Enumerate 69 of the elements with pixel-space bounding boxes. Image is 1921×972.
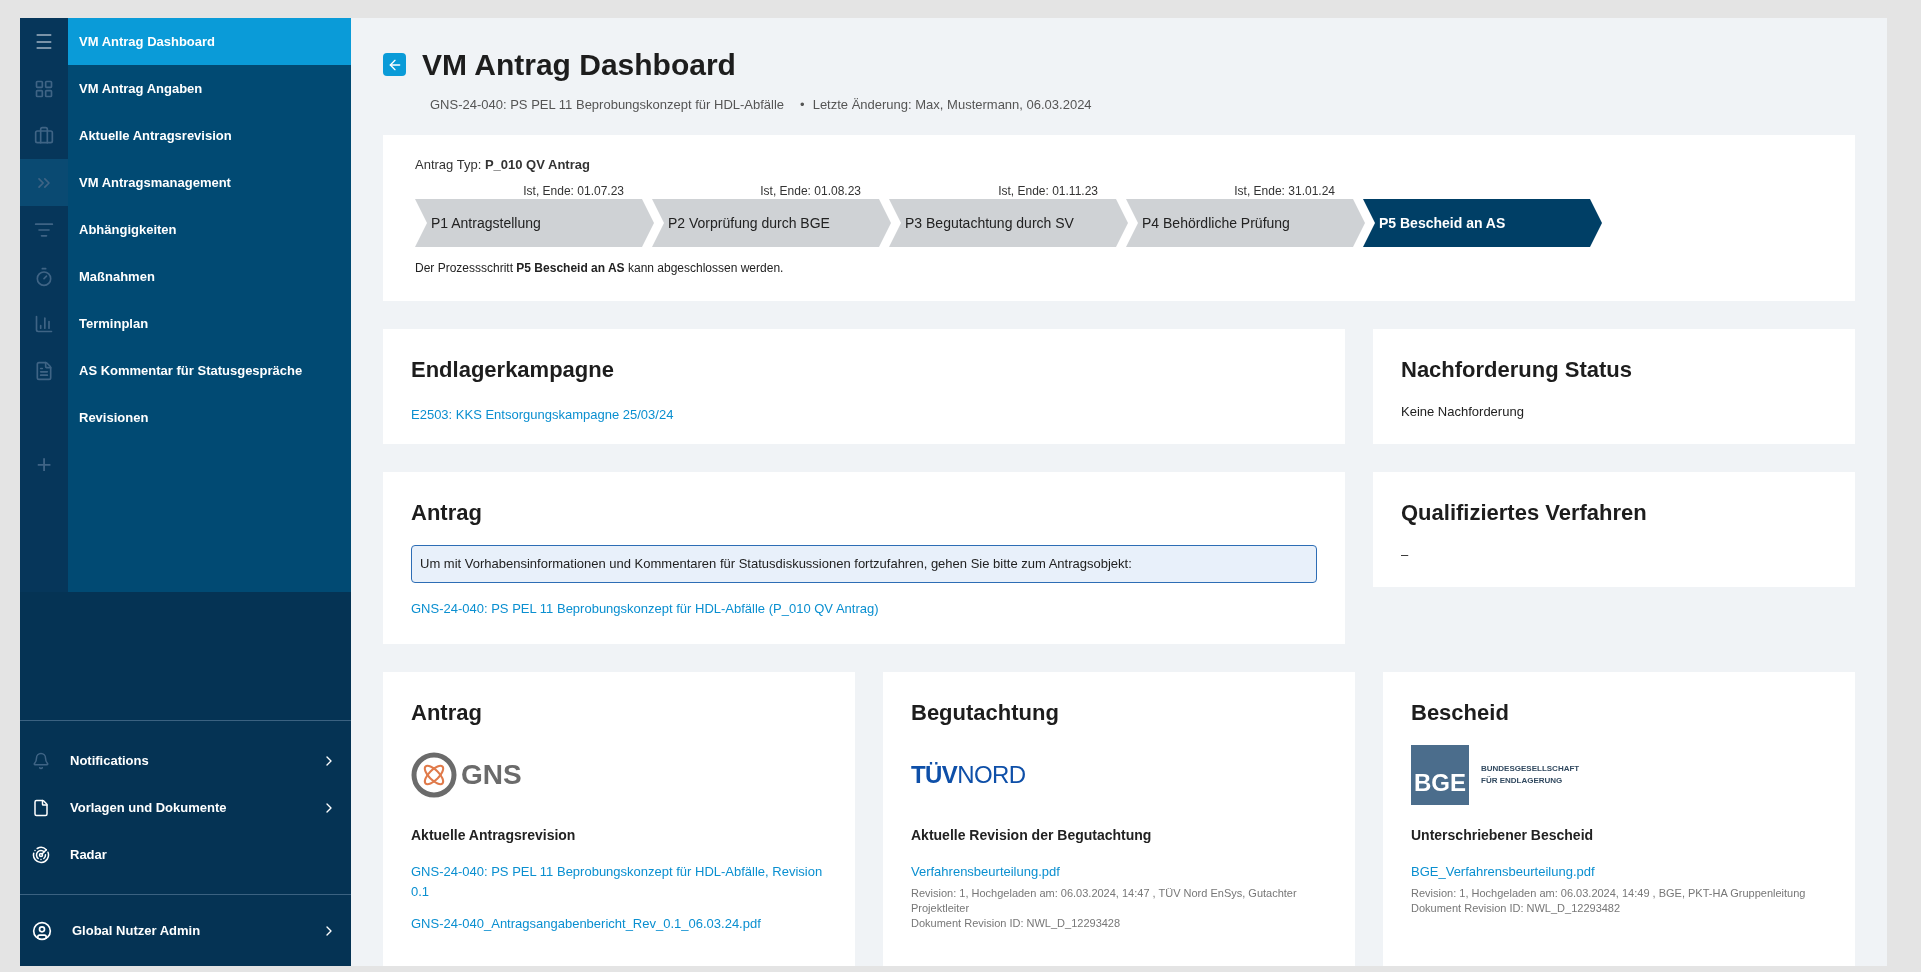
process-step[interactable]: P2 Vorprüfung durch BGE — [652, 199, 891, 247]
card-title: Antrag — [411, 499, 483, 527]
document-meta: Revision: 1, Hochgeladen am: 06.03.2024, 14:47 , TÜV Nord EnSys, Gutachter Projektleiter — [911, 886, 1298, 916]
logo-text: FÜR ENDLAGERUNG — [1481, 775, 1564, 787]
section-subtitle: Aktuelle Revision der Begutachtung — [911, 826, 1153, 845]
card-title: Bescheid — [1411, 699, 1510, 727]
separator-dot: • — [800, 96, 805, 114]
logo-text: GNS — [461, 758, 522, 792]
application-type: Antrag Typ: P_010 QV Antrag — [415, 155, 591, 174]
step-date: Ist, Ende: 31.01.24 — [1234, 184, 1335, 198]
process-step[interactable]: P3 Begutachtung durch SV — [889, 199, 1128, 247]
document-link[interactable]: BGE_Verfahrensbeurteilung.pdf — [1411, 862, 1827, 882]
document-icon — [32, 798, 50, 817]
logo-text: TÜVNORD — [911, 760, 1026, 790]
page-title: VM Antrag Dashboard — [422, 47, 736, 83]
briefcase-icon — [34, 125, 54, 146]
process-step[interactable]: P5 Bescheid an AS — [1363, 199, 1602, 247]
user-menu[interactable]: Global Nutzer Admin — [20, 920, 351, 941]
card-title: Endlagerkampagne — [411, 356, 615, 384]
page-subtitle: GNS-24-040: PS PEL 11 Beprobungskonzept für HDL-Abfälle — [430, 96, 785, 114]
user-icon — [32, 920, 52, 941]
application-link[interactable]: GNS-24-040: PS PEL 11 Beprobungskonzept für HDL-Abfälle (P_010 QV Antrag) — [411, 598, 1317, 618]
sidebar-bottom-item[interactable]: Vorlagen und Dokumente — [20, 784, 351, 831]
document-meta: Dokument Revision ID: NWL_D_12293482 — [1411, 901, 1622, 916]
section-subtitle: Aktuelle Antragsrevision — [411, 826, 577, 845]
sidebar-item[interactable]: Abhängigkeiten — [68, 206, 351, 253]
document-link[interactable]: GNS-24-040_Antragsangabenbericht_Rev_0.1_06.03.24.pdf — [411, 914, 827, 934]
document-icon — [34, 360, 54, 381]
card-title: Qualifiziertes Verfahren — [1401, 499, 1648, 527]
card-title: Begutachtung — [911, 699, 1060, 727]
process-note: Der Prozessschritt P5 Bescheid an AS kann abgeschlossen werden. — [415, 260, 785, 277]
card-title: Nachforderung Status — [1401, 356, 1634, 384]
info-box: Um mit Vorhabensinformationen und Kommentaren für Statusdiskussionen fortzufahren, gehen Sie bitte zum Antragsobjekt: — [411, 545, 1317, 583]
status-value: Keine Nachforderung — [1401, 403, 1525, 421]
sidebar-item[interactable]: AS Kommentar für Statusgespräche — [68, 347, 351, 394]
process-step[interactable]: P4 Behördliche Prüfung — [1126, 199, 1365, 247]
procedure-value: – — [1401, 546, 1410, 564]
sidebar-bottom-item[interactable]: Notifications — [20, 737, 351, 784]
logo-text: BUNDESGESELLSCHAFT — [1481, 763, 1580, 775]
menu-icon[interactable]: ☰ — [35, 26, 53, 57]
grid-icon — [34, 78, 54, 99]
sidebar-item[interactable]: Maßnahmen — [68, 253, 351, 300]
bell-icon — [32, 751, 50, 770]
sidebar-item[interactable]: Terminplan — [68, 300, 351, 347]
logo-emblem-icon — [411, 752, 457, 798]
sidebar-item[interactable]: Revisionen — [68, 394, 351, 441]
document-link[interactable]: Verfahrensbeurteilung.pdf — [911, 862, 1327, 882]
document-meta: Dokument Revision ID: NWL_D_12293428 — [911, 916, 1122, 931]
campaign-link[interactable]: E2503: KKS Entsorgungskampagne 25/03/24 — [411, 407, 674, 422]
back-button[interactable] — [383, 53, 406, 76]
radar-icon — [32, 845, 50, 864]
document-link[interactable]: GNS-24-040: PS PEL 11 Beprobungskonzept für HDL-Abfälle, Revision 0.1 — [411, 862, 827, 902]
stopwatch-icon — [34, 266, 54, 287]
step-date: Ist, Ende: 01.11.23 — [998, 184, 1098, 198]
last-change: Letzte Änderung: Max, Mustermann, 06.03.2024 — [812, 96, 1092, 114]
rail-button[interactable]: ☰ — [20, 18, 68, 65]
document-meta: Revision: 1, Hochgeladen am: 06.03.2024, 14:49 , BGE, PKT-HA Gruppenleitung — [1411, 886, 1807, 901]
logo-mark: BGE — [1411, 745, 1469, 805]
step-date: Ist, Ende: 01.08.23 — [760, 184, 861, 198]
process-step[interactable]: P1 Antragstellung — [415, 199, 654, 247]
card-title: Antrag — [411, 699, 483, 727]
sidebar-item[interactable]: Aktuelle Antragsrevision — [68, 112, 351, 159]
sidebar-bottom-item[interactable]: Radar — [20, 831, 351, 878]
sidebar-item[interactable]: VM Antragsmanagement — [68, 159, 351, 206]
section-subtitle: Unterschriebener Bescheid — [1411, 826, 1595, 845]
step-date: Ist, Ende: 01.07.23 — [523, 184, 624, 198]
sidebar-item[interactable]: VM Antrag Angaben — [68, 65, 351, 112]
bar-chart-icon — [34, 313, 54, 334]
rail-button[interactable] — [20, 159, 68, 206]
